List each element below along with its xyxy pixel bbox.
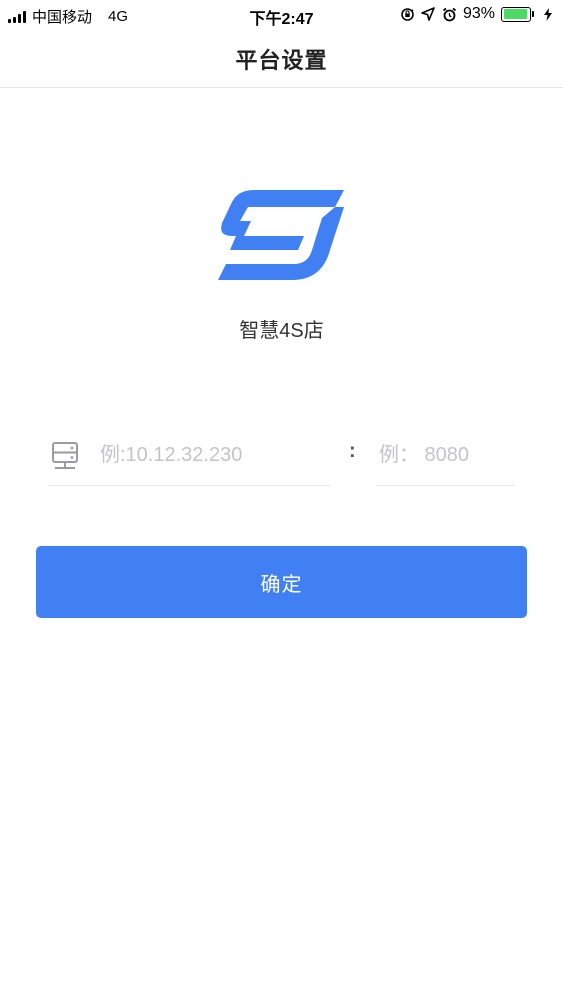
location-icon [421,7,436,22]
port-input[interactable] [377,444,515,467]
port-field-row [377,426,515,486]
battery-icon [501,6,534,22]
server-icon [51,441,79,471]
ip-field-row [48,426,330,486]
page-title: 平台设置 [235,47,328,73]
app-logo [218,190,344,281]
status-right: 93% [400,5,555,23]
nav-bar: 平台设置 [0,30,563,88]
battery-percent: 93% [462,5,495,22]
status-bar: 中国移动 4G 下午2:47 93% [0,0,563,30]
ip-address-input[interactable] [100,444,320,467]
ip-port-separator: : [349,440,356,462]
orientation-lock-icon [400,7,415,22]
app-name: 智慧4S店 [239,320,324,342]
charging-icon [540,7,555,22]
confirm-button[interactable]: 确定 [36,546,527,618]
alarm-icon [442,7,457,22]
